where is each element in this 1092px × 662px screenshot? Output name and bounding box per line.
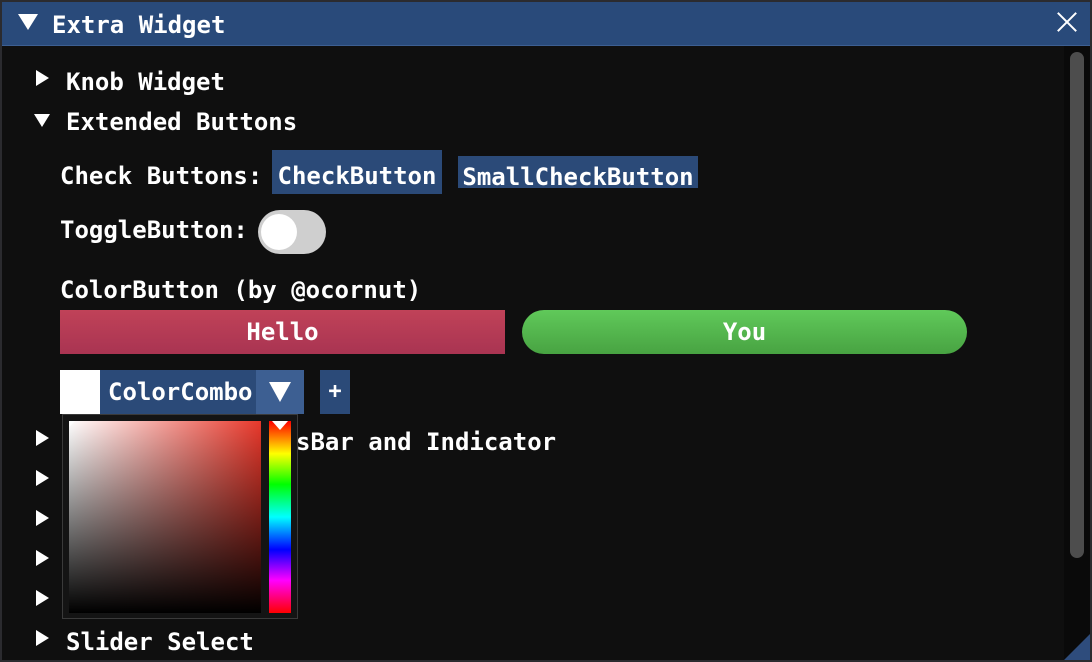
- color-combo[interactable]: ColorCombo: [100, 370, 304, 414]
- tree-node-knob-widget[interactable]: Knob Widget: [66, 68, 225, 96]
- title-bar[interactable]: Extra Widget: [2, 2, 1090, 46]
- sv-marker[interactable]: [69, 421, 75, 427]
- saturation-value-square[interactable]: [69, 421, 261, 613]
- hue-bar[interactable]: [269, 421, 291, 613]
- resize-grip-icon[interactable]: [1064, 634, 1090, 660]
- tree-node-slider-select[interactable]: Slider Select: [66, 628, 254, 656]
- expand-icon[interactable]: [36, 590, 49, 606]
- hue-marker[interactable]: [272, 421, 288, 430]
- scrollbar-thumb[interactable]: [1070, 52, 1084, 558]
- close-icon[interactable]: [1050, 6, 1084, 40]
- expand-icon[interactable]: [36, 510, 49, 526]
- expand-icon[interactable]: [36, 470, 49, 486]
- combo-arrow-button[interactable]: [256, 370, 304, 414]
- expand-icon[interactable]: [36, 70, 49, 86]
- toggle-knob: [261, 214, 297, 250]
- color-button-label: ColorButton (by @ocornut): [60, 276, 422, 304]
- color-swatch[interactable]: [60, 370, 100, 414]
- you-color-button[interactable]: You: [522, 310, 967, 354]
- check-buttons-label: Check Buttons:: [60, 162, 263, 190]
- window-title: Extra Widget: [52, 11, 226, 39]
- vertical-scrollbar[interactable]: [1064, 46, 1090, 660]
- toggle-button-label: ToggleButton:: [60, 216, 248, 244]
- toggle-button[interactable]: [258, 210, 326, 254]
- expand-icon[interactable]: [36, 550, 49, 566]
- color-picker-popup: [62, 414, 298, 619]
- expand-icon[interactable]: [36, 630, 49, 646]
- collapse-icon[interactable]: [34, 114, 50, 127]
- tree-node-extended-buttons[interactable]: Extended Buttons: [66, 108, 297, 136]
- check-button[interactable]: CheckButton: [272, 150, 442, 194]
- tree-node-progress-bar[interactable]: sBar and Indicator: [296, 428, 556, 456]
- expand-icon[interactable]: [36, 430, 49, 446]
- chevron-down-icon: [269, 382, 291, 402]
- color-combo-label: ColorCombo: [108, 378, 253, 406]
- hello-color-button[interactable]: Hello: [60, 310, 505, 354]
- small-check-button[interactable]: SmallCheckButton: [458, 156, 698, 191]
- collapse-icon[interactable]: [18, 14, 38, 30]
- add-button[interactable]: +: [320, 370, 350, 414]
- extra-widget-window: Extra Widget Knob Widget Extended Button…: [0, 0, 1092, 662]
